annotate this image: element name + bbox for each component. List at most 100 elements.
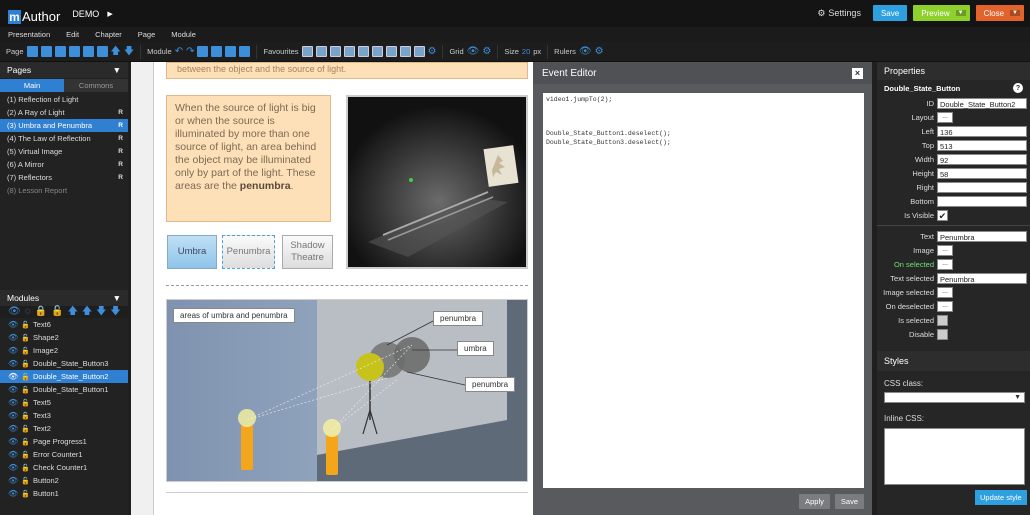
eye-icon[interactable]: 👁 (8, 333, 18, 342)
left-input[interactable]: 136 (937, 125, 1027, 137)
module-item[interactable]: 👁 🔓 Double_State_Button3 (0, 357, 128, 370)
lock-icon[interactable]: 🔓 (21, 386, 30, 394)
lock-icon[interactable]: 🔒 (35, 307, 47, 317)
lock-icon[interactable]: 🔓 (21, 373, 30, 381)
penumbra-button[interactable]: Penumbra (222, 235, 275, 269)
bottom-input[interactable] (937, 195, 1027, 207)
fav-image-icon[interactable] (315, 46, 327, 57)
module-item[interactable]: 👁 🔓 Error Counter1 (0, 448, 128, 461)
module-item[interactable]: 👁 🔓 Text6 (0, 318, 128, 331)
lock-icon[interactable]: 🔓 (21, 464, 30, 472)
help-icon[interactable]: ? (1013, 83, 1023, 93)
text-module-main[interactable]: When the source of light is big or when … (166, 95, 331, 222)
menu-presentation[interactable]: Presentation (8, 30, 50, 39)
align-icon[interactable] (225, 46, 237, 57)
lock-icon[interactable]: 🔓 (21, 477, 30, 485)
lock-icon[interactable]: 🔓 (21, 334, 30, 342)
eye-icon[interactable]: 👁 (8, 463, 18, 472)
page-item[interactable]: (2) A Ray of Light R (0, 106, 128, 119)
module-item[interactable]: 👁 🔓 Text3 (0, 409, 128, 422)
unlock-icon[interactable]: 🔓 (51, 307, 63, 317)
ondeselected-button[interactable]: ... (937, 300, 953, 312)
lock-icon[interactable]: 🔓 (21, 490, 30, 498)
lock-icon[interactable]: 🔓 (21, 451, 30, 459)
editor-canvas[interactable]: between the object and the source of lig… (131, 62, 533, 515)
update-style-button[interactable]: Update style (975, 490, 1027, 505)
eye-icon[interactable]: 👁 (8, 385, 18, 394)
image-selected-button[interactable]: ... (937, 286, 953, 298)
module-item[interactable]: 👁 🔓 Image2 (0, 344, 128, 357)
eye-icon[interactable]: 👁 (8, 476, 18, 485)
eye-icon[interactable]: 👁 (8, 424, 18, 433)
disable-checkbox[interactable] (937, 328, 948, 340)
chevron-down-icon[interactable]: ▼ (955, 10, 966, 16)
lock-icon[interactable]: 🔓 (21, 438, 30, 446)
fav-abc-icon[interactable] (385, 46, 397, 57)
css-class-select[interactable]: ▼ (884, 392, 1025, 403)
umbra-button[interactable]: Umbra (167, 235, 217, 269)
module-item[interactable]: 👁 🔓 Page Progress1 (0, 435, 128, 448)
right-input[interactable] (937, 181, 1027, 193)
page-item[interactable]: (8) Lesson Report (0, 184, 128, 197)
eye-icon[interactable]: 👁 (8, 307, 21, 317)
eye-icon[interactable]: 👁 (467, 46, 480, 57)
id-input[interactable]: Double_State_Button2 (937, 97, 1027, 109)
rulers-settings-icon[interactable]: ⚙ (595, 46, 604, 57)
undo-icon[interactable]: ↶ (175, 46, 183, 57)
settings-button[interactable]: ⚙ Settings (817, 8, 861, 19)
group-icon[interactable] (197, 46, 209, 57)
fav-shape-icon[interactable] (329, 46, 341, 57)
page-edit-icon[interactable] (96, 46, 108, 57)
height-input[interactable]: 58 (937, 167, 1027, 179)
gear-icon[interactable]: ⚙ (428, 46, 437, 57)
event-code-textarea[interactable]: video1.jumpTo(2); Double_State_Button1.d… (543, 93, 864, 488)
copy-page-icon[interactable] (54, 46, 66, 57)
arrow-top-icon[interactable]: 🡅 (82, 307, 92, 317)
delete-page-icon[interactable] (82, 46, 94, 57)
project-arrow-icon[interactable]: ▶ (107, 10, 112, 18)
page-item[interactable]: (4) The Law of Reflection R (0, 132, 128, 145)
fav-video-icon[interactable] (343, 46, 355, 57)
page-area[interactable]: between the object and the source of lig… (153, 62, 533, 515)
lock-icon[interactable]: 🔓 (21, 412, 30, 420)
close-button[interactable]: Close ▼ (975, 5, 1024, 21)
distribute-icon[interactable] (239, 46, 251, 57)
text-input[interactable]: Penumbra (937, 230, 1027, 242)
chevron-down-icon[interactable]: ▼ (113, 65, 121, 75)
lock-icon[interactable]: 🔓 (21, 399, 30, 407)
arrow-up-icon[interactable]: 🡅 (68, 307, 78, 317)
menu-page[interactable]: Page (138, 30, 156, 39)
eye-icon[interactable]: 👁 (8, 437, 18, 446)
video-module[interactable] (346, 95, 528, 269)
arrow-bottom-icon[interactable]: 🡇 (110, 307, 120, 317)
menu-module[interactable]: Module (171, 30, 196, 39)
module-item[interactable]: 👁 🔓 Double_State_Button1 (0, 383, 128, 396)
eye-icon[interactable]: 👁 (8, 320, 18, 329)
is-selected-checkbox[interactable] (937, 314, 948, 326)
project-name[interactable]: DEMO (72, 9, 99, 19)
arrow-down-icon[interactable]: 🡇 (124, 46, 134, 57)
ungroup-icon[interactable] (211, 46, 223, 57)
fav-text-icon[interactable] (301, 46, 313, 57)
eye-icon[interactable]: 👁 (8, 398, 18, 407)
lock-icon[interactable]: 🔓 (21, 360, 30, 368)
fav-button-icon[interactable] (371, 46, 383, 57)
page-item[interactable]: (6) A Mirror R (0, 158, 128, 171)
fav-audio-icon[interactable] (357, 46, 369, 57)
chevron-down-icon[interactable]: ▼ (113, 293, 121, 303)
layout-button[interactable]: ... (937, 111, 953, 123)
page-item[interactable]: (1) Reflection of Light (0, 93, 128, 106)
eye-icon[interactable]: 👁 (8, 372, 18, 381)
module-item-selected[interactable]: 👁 🔓 Double_State_Button2 (0, 370, 128, 383)
page-item[interactable]: (5) Virtual Image R (0, 145, 128, 158)
text-module-top[interactable]: between the object and the source of lig… (166, 62, 528, 79)
module-item[interactable]: 👁 🔓 Button1 (0, 487, 128, 500)
eye-icon[interactable]: 👁 (8, 359, 18, 368)
inline-css-textarea[interactable] (884, 428, 1025, 485)
eye-icon[interactable]: 👁 (579, 46, 592, 57)
add-page-icon[interactable] (26, 46, 38, 57)
lock-icon[interactable]: 🔓 (21, 425, 30, 433)
add-folder-icon[interactable] (40, 46, 52, 57)
hide-icon[interactable]: ◌ (25, 307, 31, 317)
module-item[interactable]: 👁 🔓 Shape2 (0, 331, 128, 344)
